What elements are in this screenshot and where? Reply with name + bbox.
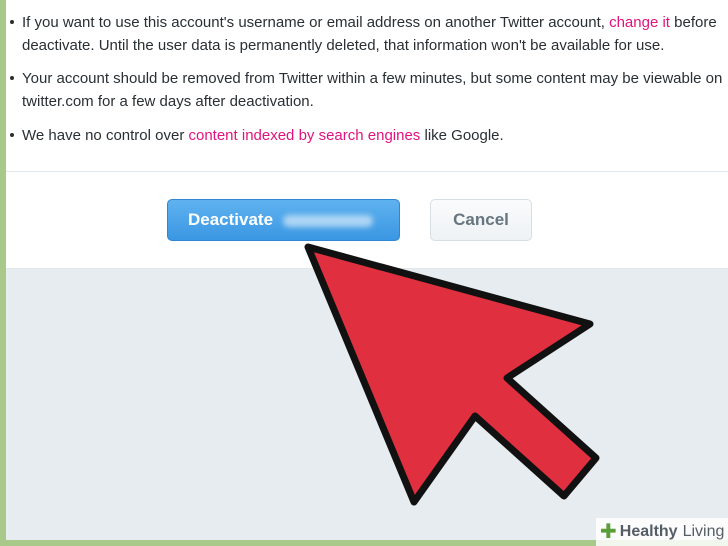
watermark-healthy: Healthy [619, 523, 678, 540]
watermark-living: Living [682, 523, 725, 540]
pointer-arrow-icon [304, 243, 600, 506]
plus-cross-icon: ✚ [600, 521, 617, 543]
screenshot-frame: If you want to use this account's userna… [6, 0, 728, 540]
healthy-living-watermark: ✚ Healthy Living [596, 518, 728, 546]
